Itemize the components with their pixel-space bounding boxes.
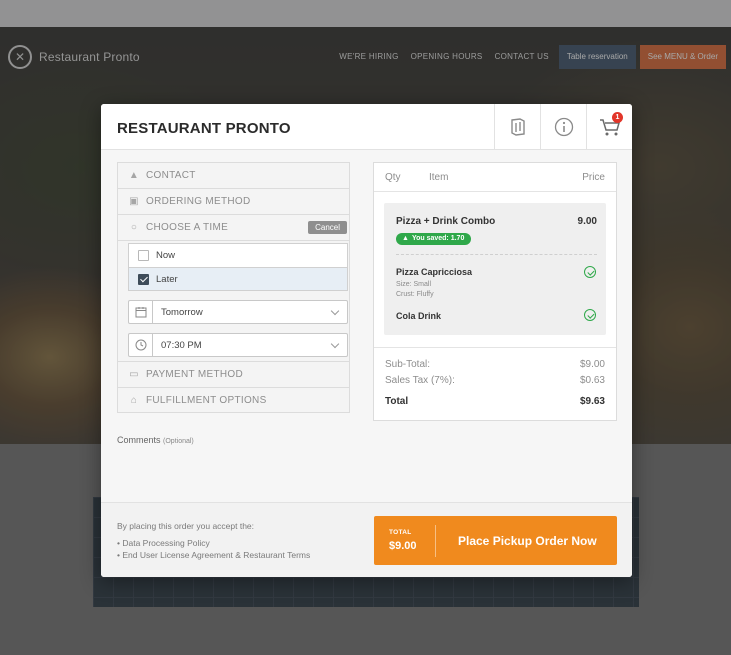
subtotal-label: Sub-Total: [385,359,431,370]
chevron-down-icon [330,339,340,349]
qty-header: Qty [385,172,401,183]
modal-title: RESTAURANT PRONTO [117,120,291,137]
clock-icon: ○ [130,222,138,233]
divider [396,254,597,255]
terms-link-data-policy[interactable]: • Data Processing Policy [117,538,210,548]
place-order-label: Place Pickup Order Now [458,534,597,548]
time-select-value: 07:30 PM [161,339,202,351]
section-payment-method[interactable]: ▭ PAYMENT METHOD [117,361,350,387]
thumbs-up-icon: ▲ [402,235,409,242]
subtotal-value: $9.00 [579,359,605,370]
time-option-group: Now Later [128,243,348,291]
comments-optional: (Optional) [163,438,194,445]
tax-row: Sales Tax (7%): $0.63 [385,375,605,386]
cancel-button[interactable]: Cancel [308,221,347,234]
subtotal-row: Sub-Total: $9.00 [385,359,605,370]
check-circle-icon [584,309,596,321]
section-choose-time-label: CHOOSE A TIME [146,222,229,233]
comments-label[interactable]: Comments (Optional) [117,435,194,445]
terms-link-eula[interactable]: • End User License Agreement & Restauran… [117,550,310,560]
combo-name: Pizza + Drink Combo [396,216,496,227]
section-payment-method-label: PAYMENT METHOD [146,369,243,380]
combo-price: 9.00 [577,216,597,227]
cart-count-badge: 1 [612,112,623,123]
pizza-name: Pizza Capricciosa [396,267,473,277]
menu-icon[interactable] [494,104,540,150]
tax-value: $0.63 [579,375,605,386]
time-option-label: Now [156,250,176,261]
credit-card-icon: ▭ [129,369,139,380]
comments-text: Comments [117,435,161,445]
section-contact[interactable]: ▲ CONTACT [117,162,350,188]
order-modal: RESTAURANT PRONTO 1 ▲ CONTACT ▣ ORDERING… [101,104,632,577]
pizza-crust: Crust: Fluffy [396,291,434,298]
section-fulfillment-options[interactable]: ⌂ FULFILLMENT OPTIONS [117,387,350,413]
user-icon: ▲ [128,170,140,181]
order-total-value: $9.00 [389,540,417,552]
check-circle-icon [584,266,596,278]
total-label: Total [385,396,409,407]
divider [374,347,616,348]
section-contact-label: CONTACT [146,170,196,181]
clock-icon [129,334,153,356]
cart-header: Qty Item Price [374,163,616,192]
modal-footer: By placing this order you accept the: • … [101,502,632,577]
section-fulfillment-label: FULFILLMENT OPTIONS [146,394,267,406]
terms-link-label: Data Processing Policy [122,538,210,548]
total-value: $9.63 [579,396,605,407]
day-select-value: Tomorrow [161,306,203,318]
calendar-icon [129,301,153,323]
modal-header: RESTAURANT PRONTO 1 [101,104,632,150]
terms-intro: By placing this order you accept the: [117,521,255,531]
later-checkbox[interactable] [138,273,149,285]
time-select[interactable]: 07:30 PM [128,333,348,357]
time-option-label: Later [156,273,178,285]
section-ordering-method[interactable]: ▣ ORDERING METHOD [117,188,350,214]
checkout-steps: ▲ CONTACT ▣ ORDERING METHOD ○ CHOOSE A T… [117,162,350,413]
total-row: Total $9.63 [385,396,605,407]
section-ordering-method-label: ORDERING METHOD [146,196,251,207]
time-option-later[interactable]: Later [129,267,347,290]
ordering-method-icon: ▣ [129,196,139,207]
tax-label: Sales Tax (7%): [385,375,455,386]
chevron-down-icon [330,306,340,316]
day-select[interactable]: Tomorrow [128,300,348,324]
time-option-now[interactable]: Now [129,244,347,267]
cart-item-combo[interactable]: Pizza + Drink Combo 9.00 ▲ You saved: 1.7… [384,203,606,335]
saved-badge: ▲ You saved: 1.70 [396,233,472,245]
modal-body: ▲ CONTACT ▣ ORDERING METHOD ○ CHOOSE A T… [101,150,632,502]
section-choose-time[interactable]: ○ CHOOSE A TIME Cancel [117,214,350,240]
time-selection: Now Later Tomorrow 07:30 PM [117,240,350,361]
price-header: Price [582,172,605,183]
fulfillment-icon: ⌂ [130,394,138,406]
info-icon[interactable] [540,104,586,150]
cart-summary: Qty Item Price Pizza + Drink Combo 9.00 … [373,162,617,421]
order-total-label: TOTAL [389,529,412,536]
place-order-button[interactable]: TOTAL $9.00 Place Pickup Order Now [374,516,617,565]
drink-name: Cola Drink [396,311,442,321]
saved-text: You saved: 1.70 [411,235,465,242]
cart-icon[interactable]: 1 [586,104,632,150]
divider [435,525,436,557]
now-checkbox[interactable] [138,250,149,261]
item-header: Item [429,172,449,183]
pizza-size: Size: Small [396,281,432,288]
terms-link-label: End User License Agreement & Restaurant … [122,550,311,560]
